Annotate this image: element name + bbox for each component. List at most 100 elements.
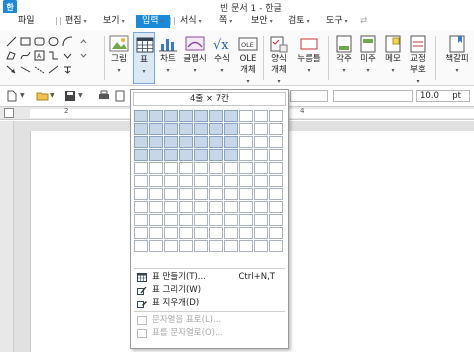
table-grid-cell[interactable]	[194, 123, 208, 135]
menu-item[interactable]: 편집 ▾	[65, 15, 87, 28]
table-grid-cell[interactable]	[209, 123, 223, 135]
table-grid-cell[interactable]	[224, 240, 238, 252]
table-grid-cell[interactable]	[209, 136, 223, 148]
shape-more-icon[interactable]	[62, 50, 73, 61]
table-grid-cell[interactable]	[164, 175, 178, 187]
table-grid-cell[interactable]	[239, 136, 253, 148]
table-grid-cell[interactable]	[239, 214, 253, 226]
table-grid-cell[interactable]	[224, 175, 238, 187]
table-grid-cell[interactable]	[164, 214, 178, 226]
table-grid-cell[interactable]	[134, 201, 148, 213]
table-grid-cell[interactable]	[149, 162, 163, 174]
ribbon-button-ole[interactable]: OLE OLE 개체 ▾	[236, 32, 260, 85]
table-grid-cell[interactable]	[164, 201, 178, 213]
ribbon-button-footnote[interactable]: 각주 ▾	[333, 32, 355, 84]
table-grid-cell[interactable]	[254, 136, 268, 148]
table-grid-cell[interactable]	[254, 227, 268, 239]
menu-item-table-eraser[interactable]: 표 지우개(D)	[134, 297, 285, 310]
table-grid-cell[interactable]	[134, 162, 148, 174]
new-dropdown-icon[interactable]: ▼	[20, 90, 28, 102]
table-grid-cell[interactable]	[224, 188, 238, 200]
menu-item[interactable]: 서식 ▾	[180, 15, 202, 28]
chevron-down-icon[interactable]: ▾	[357, 65, 379, 76]
table-grid-cell[interactable]	[239, 201, 253, 213]
table-grid-cell[interactable]	[254, 175, 268, 187]
save-icon[interactable]	[64, 90, 78, 102]
table-grid-cell[interactable]	[194, 188, 208, 200]
table-grid-cell[interactable]	[224, 201, 238, 213]
table-grid-cell[interactable]	[134, 123, 148, 135]
chevron-down-icon[interactable]: ▾	[333, 65, 355, 76]
shape-scroll-mid-icon[interactable]	[78, 50, 89, 61]
table-grid-cell[interactable]	[254, 240, 268, 252]
table-grid-cell[interactable]	[164, 227, 178, 239]
ribbon-button-form-object[interactable]: 양식 개체 ▾	[267, 32, 291, 85]
table-grid-cell[interactable]	[149, 227, 163, 239]
table-grid-cell[interactable]	[254, 123, 268, 135]
table-grid-cell[interactable]	[164, 188, 178, 200]
table-grid-cell[interactable]	[194, 201, 208, 213]
open-dropdown-icon[interactable]: ▼	[50, 90, 58, 102]
table-grid-cell[interactable]	[134, 149, 148, 161]
table-grid-cell[interactable]	[224, 162, 238, 174]
table-grid-cell[interactable]	[194, 110, 208, 122]
table-grid-cell[interactable]	[194, 227, 208, 239]
chevron-down-icon[interactable]: ▾	[157, 65, 179, 76]
table-grid-cell[interactable]	[254, 149, 268, 161]
table-grid-cell[interactable]	[134, 240, 148, 252]
table-grid-cell[interactable]	[269, 149, 283, 161]
table-grid-cell[interactable]	[194, 149, 208, 161]
font-combo[interactable]	[333, 90, 413, 102]
table-grid-cell[interactable]	[134, 227, 148, 239]
table-grid-cell[interactable]	[269, 136, 283, 148]
table-grid-cell[interactable]	[179, 201, 193, 213]
chevron-down-icon[interactable]: ▾	[381, 65, 405, 76]
table-grid-cell[interactable]	[239, 240, 253, 252]
table-grid-cell[interactable]	[164, 123, 178, 135]
table-grid-cell[interactable]	[164, 162, 178, 174]
table-grid-cell[interactable]	[179, 175, 193, 187]
double-arrow-shape-icon[interactable]	[48, 64, 59, 75]
table-grid-cell[interactable]	[224, 149, 238, 161]
print-icon[interactable]	[98, 90, 112, 102]
menu-extra-icon[interactable]: ⇄	[360, 15, 368, 28]
menu-item[interactable]: 보기 ▾	[103, 15, 125, 28]
ribbon-button-equation[interactable]: √x 수식 ▾	[210, 32, 234, 84]
table-size-grid[interactable]	[134, 110, 283, 252]
table-grid-cell[interactable]	[179, 227, 193, 239]
ribbon-button-wordart[interactable]: 글맵시 ▾	[181, 32, 209, 84]
table-grid-cell[interactable]	[209, 149, 223, 161]
table-grid-cell[interactable]	[164, 136, 178, 148]
menu-item-table-draw[interactable]: 표 그리기(W)	[134, 284, 285, 297]
table-grid-cell[interactable]	[209, 188, 223, 200]
polygon-shape-icon[interactable]	[6, 50, 17, 61]
font-size-combo[interactable]: 10.0 pt	[416, 90, 470, 102]
chevron-down-icon[interactable]: ▾	[181, 65, 209, 76]
table-grid-cell[interactable]	[224, 136, 238, 148]
preview-icon[interactable]	[114, 90, 128, 102]
ribbon-button-click-field[interactable]: 누름틀 ▾	[295, 32, 323, 84]
table-grid-cell[interactable]	[194, 175, 208, 187]
table-grid-cell[interactable]	[224, 227, 238, 239]
table-grid-cell[interactable]	[269, 240, 283, 252]
ribbon-button-memo[interactable]: 메모 ▾	[381, 32, 405, 84]
open-folder-icon[interactable]	[36, 90, 50, 102]
style-combo[interactable]	[290, 90, 328, 102]
dash-shape-icon[interactable]	[34, 64, 45, 75]
table-grid-cell[interactable]	[149, 214, 163, 226]
chevron-down-icon[interactable]: ▾	[134, 66, 154, 77]
table-grid-cell[interactable]	[134, 175, 148, 187]
menu-item[interactable]: 입력 ▾	[136, 15, 170, 28]
table-grid-cell[interactable]	[224, 123, 238, 135]
menu-item-table-create[interactable]: 표 만들기(T)... Ctrl+N,T	[134, 271, 285, 284]
table-grid-cell[interactable]	[179, 123, 193, 135]
table-grid-cell[interactable]	[209, 201, 223, 213]
new-document-icon[interactable]	[6, 90, 20, 102]
ribbon-button-picture[interactable]: 그림 ▾	[107, 32, 131, 84]
table-grid-cell[interactable]	[164, 149, 178, 161]
table-grid-cell[interactable]	[179, 240, 193, 252]
table-grid-cell[interactable]	[134, 214, 148, 226]
table-grid-cell[interactable]	[179, 188, 193, 200]
table-grid-cell[interactable]	[149, 240, 163, 252]
chevron-down-icon[interactable]: ▾	[107, 65, 131, 76]
